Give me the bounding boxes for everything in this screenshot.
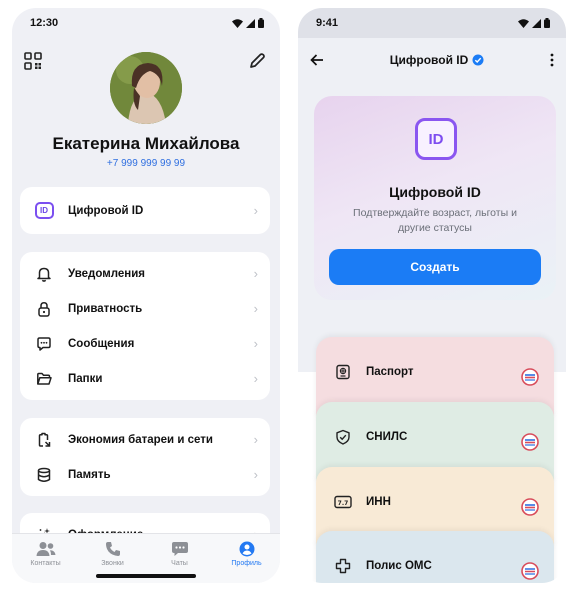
document-row: СНИЛС — [334, 422, 540, 452]
signal-icon — [246, 18, 255, 28]
document-label: Паспорт — [366, 366, 414, 378]
battery-icon — [544, 18, 550, 28]
folder-icon — [34, 369, 54, 389]
digital-id-screen: 9:41 Цифровой ID ID Цифровой ID Подтверж… — [298, 8, 566, 583]
gosuslugi-badge-icon — [521, 498, 539, 516]
back-button[interactable] — [310, 53, 324, 67]
status-icons — [518, 18, 550, 28]
document-row: Паспорт — [334, 357, 540, 387]
inn-card-icon: 7.7 — [334, 493, 352, 511]
chevron-right-icon: › — [253, 301, 258, 316]
signal-icon — [532, 18, 541, 28]
digital-id-icon: ID — [415, 118, 457, 160]
profile-icon — [239, 541, 254, 557]
arrow-left-icon — [310, 54, 323, 66]
tab-label: Звонки — [101, 560, 124, 567]
menu-item-folders[interactable]: Папки › — [20, 361, 270, 396]
hero-title: Цифровой ID — [389, 184, 481, 200]
more-options-button[interactable] — [550, 53, 554, 67]
profile-name: Екатерина Михайлова — [52, 134, 240, 153]
gosuslugi-badge-icon — [521, 368, 539, 386]
chevron-right-icon: › — [253, 336, 258, 351]
chevron-right-icon: › — [253, 371, 258, 386]
pencil-icon — [250, 53, 265, 68]
gosuslugi-badge-icon — [521, 562, 539, 580]
chevron-right-icon: › — [253, 203, 258, 218]
menu-item-messages[interactable]: Сообщения › — [20, 326, 270, 361]
document-row: Полис ОМС — [334, 551, 540, 581]
menu-item-privacy[interactable]: Приватность › — [20, 291, 270, 326]
settings-group-2: Экономия батареи и сети › Память › — [20, 418, 270, 496]
document-card-oms[interactable]: Полис ОМС — [316, 531, 554, 583]
menu-item-label: Папки — [68, 372, 103, 385]
digital-id-icon-text: ID — [34, 202, 54, 219]
chats-icon — [171, 542, 188, 556]
status-bar: 12:30 — [12, 8, 280, 38]
menu-item-notifications[interactable]: Уведомления › — [20, 256, 270, 291]
tab-profile[interactable]: Профиль — [213, 534, 280, 583]
status-time: 12:30 — [30, 17, 59, 29]
tab-contacts[interactable]: Контакты — [12, 534, 79, 583]
menu-item-label: Экономия батареи и сети — [68, 433, 213, 446]
document-label: Полис ОМС — [366, 560, 432, 572]
chevron-right-icon: › — [253, 432, 258, 447]
digital-id-icon-text: ID — [428, 130, 444, 148]
chat-bubble-icon — [34, 334, 54, 354]
document-label: ИНН — [366, 496, 391, 508]
digital-id-icon: ID — [34, 201, 54, 221]
page-title-text: Цифровой ID — [389, 53, 469, 67]
settings-group-1: Уведомления › Приватность › Сообщения › … — [20, 252, 270, 400]
menu-item-battery-saver[interactable]: Экономия батареи и сети › — [20, 422, 270, 457]
digital-id-hero-card: ID Цифровой ID Подтверждайте возраст, ль… — [314, 96, 556, 300]
menu-item-storage[interactable]: Память › — [20, 457, 270, 492]
medical-cross-icon — [334, 557, 352, 575]
qr-code-icon — [24, 52, 42, 70]
status-icons — [232, 18, 264, 28]
create-button[interactable]: Создать — [329, 249, 541, 285]
digital-id-card: ID Цифровой ID › — [20, 187, 270, 234]
top-bar: Цифровой ID — [298, 38, 566, 82]
status-bar: 9:41 — [298, 8, 566, 38]
passport-icon — [334, 363, 352, 381]
svg-text:7.7: 7.7 — [338, 500, 349, 507]
qr-code-button[interactable] — [24, 52, 42, 70]
menu-item-label: Сообщения — [68, 337, 135, 350]
chevron-right-icon: › — [253, 467, 258, 482]
gosuslugi-badge-icon — [521, 433, 539, 451]
shield-check-icon — [334, 428, 352, 446]
more-vertical-icon — [550, 53, 554, 67]
menu-item-label: Память — [68, 468, 111, 481]
storage-icon — [34, 465, 54, 485]
hero-subtitle: Подтверждайте возраст, льготы и другие с… — [353, 207, 517, 234]
menu-item-label: Приватность — [68, 302, 143, 315]
bell-icon — [34, 264, 54, 284]
menu-item-label: Уведомления — [68, 267, 145, 280]
contacts-icon — [36, 542, 55, 556]
profile-phone: +7 999 999 99 99 — [106, 158, 186, 169]
document-row: 7.7 ИНН — [334, 487, 540, 517]
verified-badge-icon — [472, 54, 484, 66]
tab-label: Контакты — [30, 560, 61, 567]
menu-item-digital-id[interactable]: ID Цифровой ID › — [20, 193, 270, 228]
tab-label: Чаты — [171, 560, 188, 567]
profile-screen: 12:30 Екатерина Михайлова +7 999 999 99 … — [12, 8, 280, 583]
edit-profile-button[interactable] — [248, 52, 266, 70]
avatar-photo — [110, 52, 182, 124]
menu-item-label: Цифровой ID — [68, 204, 144, 217]
wifi-icon — [518, 18, 529, 28]
lock-icon — [34, 299, 54, 319]
battery-saver-icon — [34, 430, 54, 450]
chevron-right-icon: › — [253, 266, 258, 281]
page-title: Цифровой ID — [390, 53, 485, 67]
tab-label: Профиль — [231, 560, 262, 567]
phone-icon — [105, 542, 120, 556]
status-time: 9:41 — [316, 17, 339, 29]
battery-icon — [258, 18, 264, 28]
avatar[interactable] — [110, 52, 182, 124]
document-label: СНИЛС — [366, 431, 408, 443]
wifi-icon — [232, 18, 243, 28]
home-indicator — [96, 574, 196, 578]
